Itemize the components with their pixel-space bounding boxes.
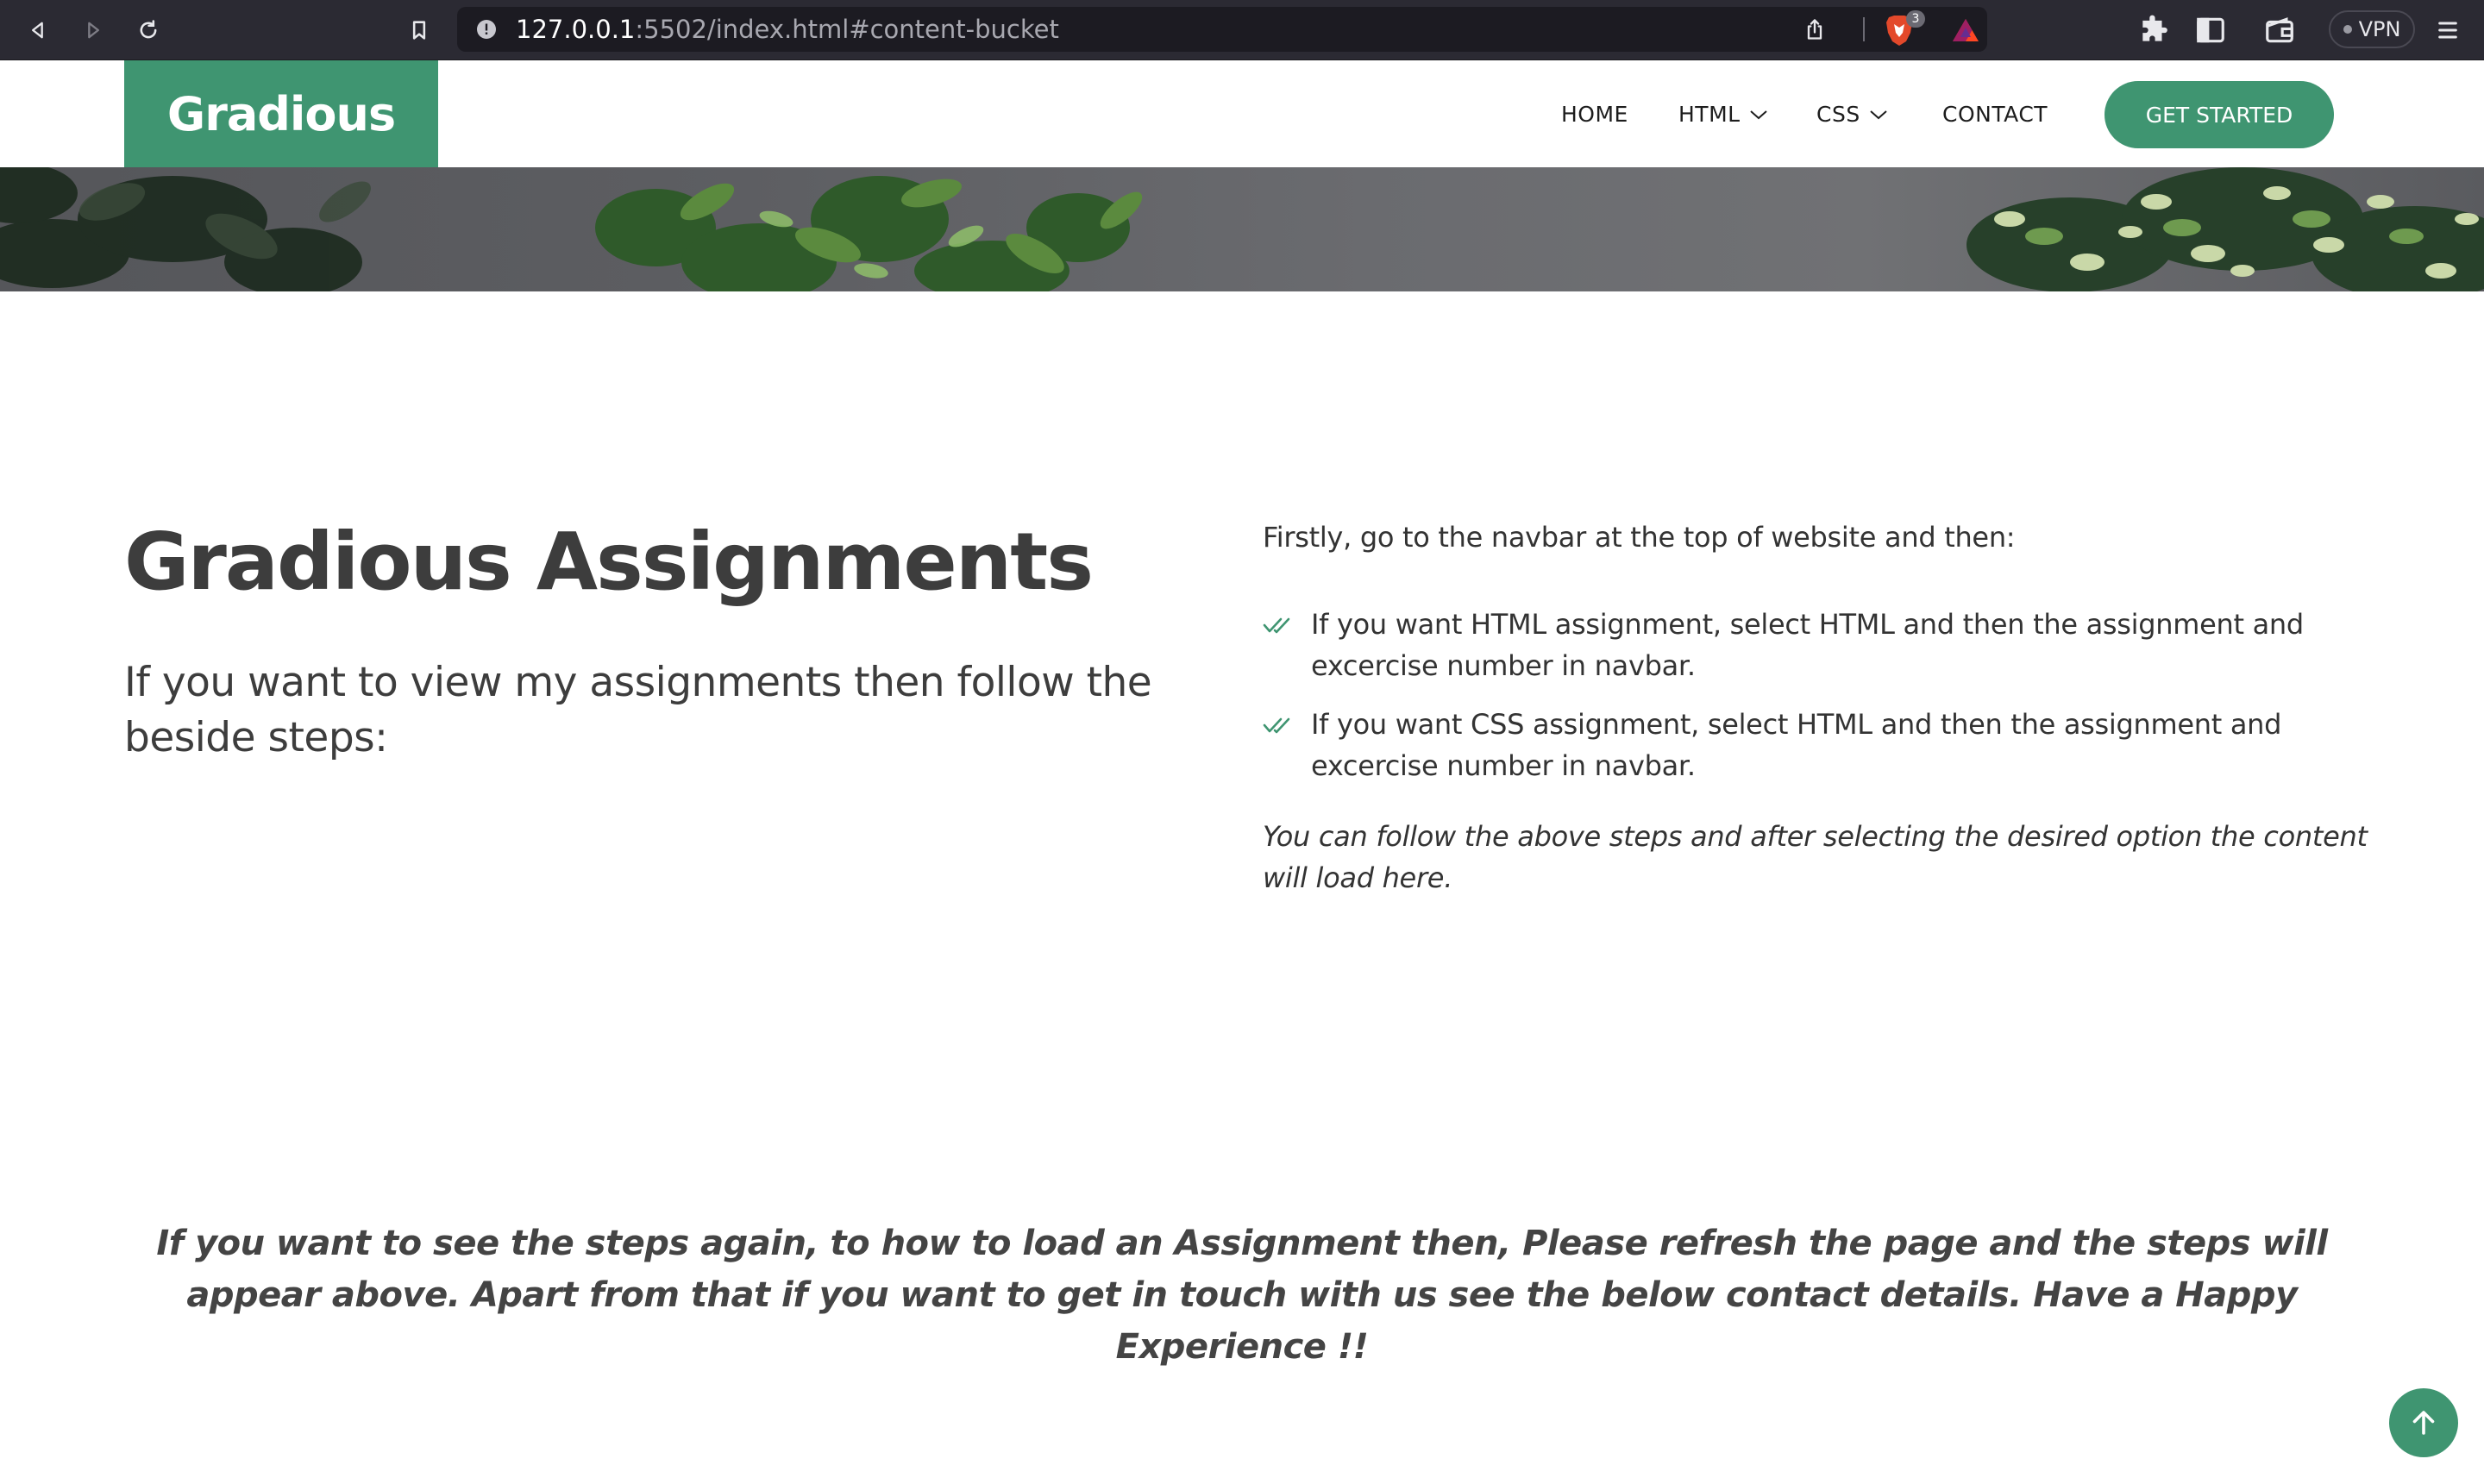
- back-arrow-icon: [32, 22, 43, 39]
- shields-count-badge: 3: [1906, 10, 1925, 28]
- nav-html-dropdown[interactable]: HTML: [1678, 102, 1768, 127]
- arrow-up-icon: [2412, 1411, 2435, 1435]
- back-button[interactable]: [19, 11, 57, 49]
- nav-contact-label: CONTACT: [1942, 102, 2048, 127]
- refresh-note: If you want to see the steps again, to h…: [156, 1224, 2328, 1367]
- logo[interactable]: Gradious: [124, 60, 438, 167]
- steps-list: If you want HTML assignment, select HTML…: [1263, 604, 2375, 804]
- site-header: Gradious HOME HTML CSS CONTACT GET START…: [0, 60, 2484, 167]
- bookmark-icon: [412, 21, 426, 40]
- double-check-icon: [1263, 617, 1290, 634]
- vpn-label: VPN: [2358, 17, 2401, 41]
- wallet-icon[interactable]: [2263, 14, 2296, 47]
- address-separator: [1863, 17, 1865, 41]
- sidebar-icon[interactable]: [2194, 14, 2227, 47]
- browser-toolbar: 127.0.0.1:5502/index.html#content-bucket…: [0, 0, 2484, 60]
- page-title: Gradious Assignments: [124, 516, 1094, 608]
- double-check-icon: [1263, 717, 1290, 734]
- step-text: If you want HTML assignment, select HTML…: [1311, 608, 2304, 682]
- foliage-illustration: [0, 167, 2484, 291]
- get-started-button[interactable]: GET STARTED: [2104, 81, 2334, 148]
- puzzle-icon[interactable]: [2137, 14, 2170, 47]
- url-host: 127.0.0.1: [516, 15, 636, 44]
- load-note: You can follow the above steps and after…: [1263, 820, 2368, 894]
- nav-css-label: CSS: [1816, 102, 1860, 127]
- info-icon[interactable]: [476, 19, 497, 40]
- list-item: If you want CSS assignment, select HTML …: [1263, 704, 2375, 786]
- list-item: If you want HTML assignment, select HTML…: [1263, 604, 2375, 686]
- bookmark-button[interactable]: [400, 11, 438, 49]
- steps-intro: Firstly, go to the navbar at the top of …: [1263, 521, 2016, 554]
- share-icon[interactable]: [1803, 17, 1827, 41]
- step-text: If you want CSS assignment, select HTML …: [1311, 708, 2282, 782]
- address-bar[interactable]: 127.0.0.1:5502/index.html#content-bucket…: [457, 7, 1987, 52]
- page-subtitle: If you want to view my assignments then …: [124, 659, 1152, 761]
- url-text[interactable]: 127.0.0.1:5502/index.html#content-bucket: [516, 16, 1059, 43]
- nav-html-label: HTML: [1678, 102, 1741, 127]
- back-to-top-button[interactable]: [2389, 1388, 2458, 1457]
- reload-button[interactable]: [129, 11, 167, 49]
- url-path: :5502/index.html#content-bucket: [635, 15, 1059, 44]
- forward-arrow-icon: [88, 22, 100, 39]
- vpn-button[interactable]: VPN: [2329, 10, 2415, 48]
- hero-banner-image: [0, 167, 2484, 291]
- reload-icon: [140, 20, 157, 39]
- nav-contact[interactable]: CONTACT: [1942, 102, 2048, 127]
- chevron-down-icon: [1749, 110, 1767, 119]
- chevron-down-icon: [1870, 110, 1887, 119]
- nav-css-dropdown[interactable]: CSS: [1816, 102, 1888, 127]
- nav-home-label: HOME: [1561, 102, 1628, 127]
- forward-button[interactable]: [74, 11, 112, 49]
- nav-home[interactable]: HOME: [1561, 102, 1628, 127]
- hamburger-icon[interactable]: [2434, 14, 2462, 47]
- logo-text: Gradious: [166, 86, 396, 141]
- bat-triangle-icon[interactable]: [1951, 17, 1980, 43]
- vpn-status-dot: [2343, 25, 2352, 34]
